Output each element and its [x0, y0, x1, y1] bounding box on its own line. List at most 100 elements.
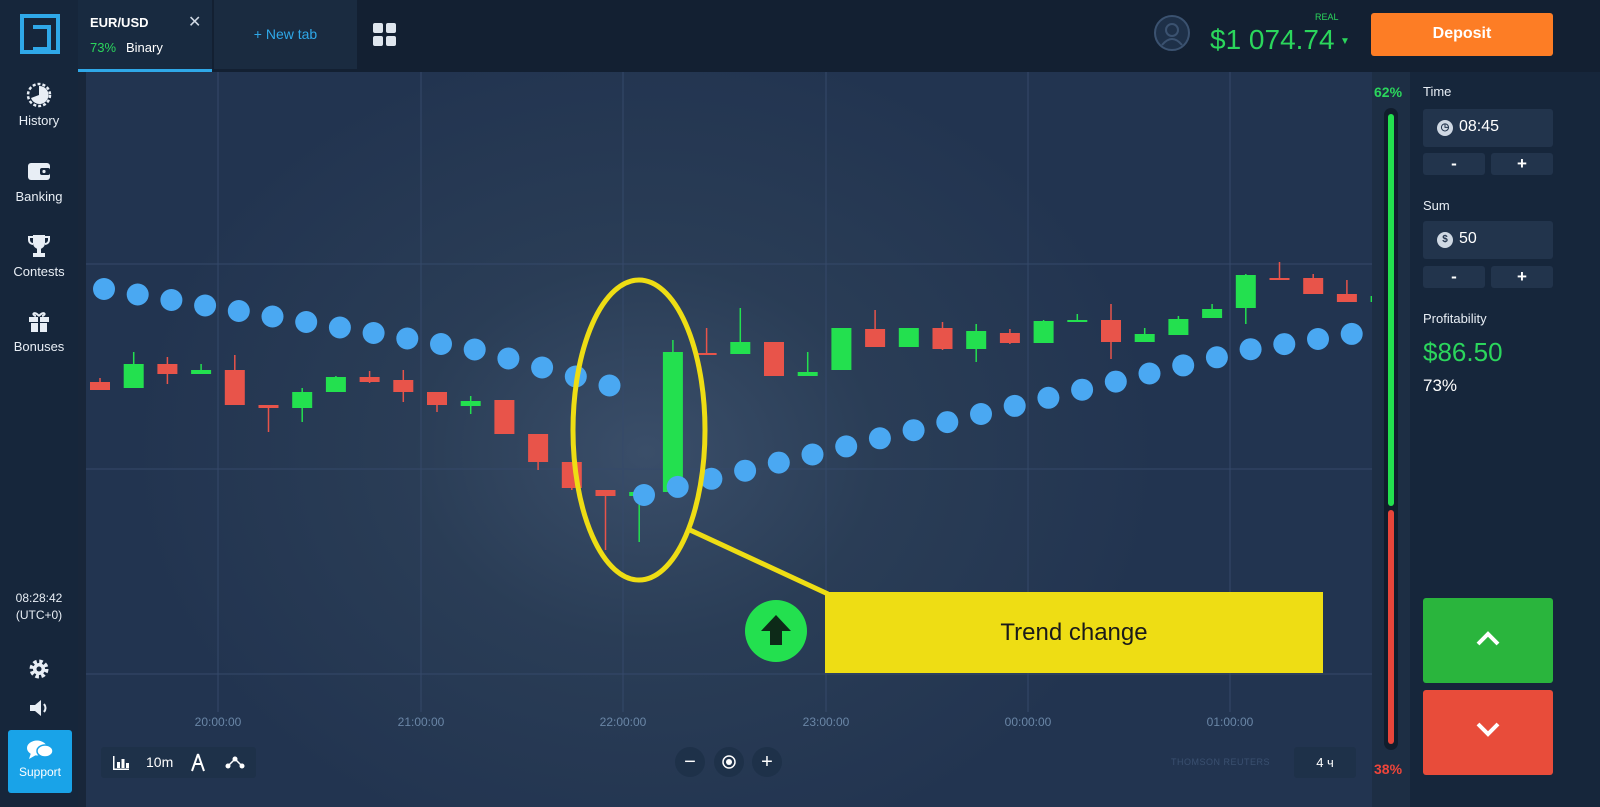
- indicators-icon[interactable]: [225, 755, 245, 769]
- sar-dot: [1071, 378, 1094, 401]
- sum-field[interactable]: $ 50: [1423, 221, 1553, 259]
- sar-dot: [1104, 370, 1127, 393]
- candle-up: [662, 352, 683, 492]
- data-provider-watermark: THOMSON REUTERS: [1171, 757, 1271, 767]
- sum-label: Sum: [1423, 198, 1450, 213]
- sar-dot: [801, 443, 824, 466]
- sidebar-item-history[interactable]: History: [0, 82, 78, 128]
- sar-dot: [328, 316, 351, 339]
- sar-dot: [902, 419, 925, 442]
- sar-dot: [1307, 328, 1329, 350]
- sar-dot: [767, 451, 790, 474]
- sar-dot: [126, 283, 149, 306]
- candle-up: [325, 377, 346, 392]
- zoom-in-button[interactable]: +: [752, 747, 782, 777]
- candle-down: [494, 400, 515, 434]
- avatar[interactable]: [1154, 15, 1190, 51]
- candle-down: [90, 382, 110, 390]
- call-higher-button[interactable]: [1423, 598, 1553, 683]
- sar-dot: [531, 356, 554, 379]
- candle-up: [1134, 334, 1155, 342]
- sentiment-down-percent: 38%: [1374, 761, 1403, 777]
- candle-down: [359, 377, 380, 382]
- sidebar-item-label: Contests: [13, 264, 65, 279]
- account-type-label: REAL: [1315, 12, 1339, 22]
- candle-up: [797, 372, 818, 376]
- clock-icon: [26, 82, 52, 108]
- sidebar-item-banking[interactable]: Banking: [0, 158, 78, 204]
- candle-down: [1303, 278, 1324, 294]
- sar-dot: [1239, 338, 1262, 361]
- chart-type-icon[interactable]: [112, 755, 130, 771]
- sentiment-up-bar: [1388, 114, 1394, 506]
- dollar-icon: $: [1437, 232, 1453, 248]
- sar-dot: [1138, 362, 1161, 385]
- period-selector[interactable]: 4 ч: [1294, 747, 1356, 778]
- gift-icon: [29, 312, 49, 332]
- candle-up: [191, 370, 212, 374]
- time-field[interactable]: ◷ 08:45: [1423, 109, 1553, 147]
- sum-decrease-button[interactable]: -: [1423, 266, 1485, 288]
- zoom-out-button[interactable]: −: [675, 747, 705, 777]
- chevron-down-icon: [1476, 722, 1500, 737]
- close-icon[interactable]: ✕: [188, 12, 201, 32]
- sidebar-item-contests[interactable]: Contests: [0, 233, 78, 279]
- deposit-button[interactable]: Deposit: [1371, 13, 1553, 56]
- asset-tab[interactable]: EUR/USD 73% Binary ✕: [78, 0, 212, 72]
- time-decrease-button[interactable]: -: [1423, 153, 1485, 175]
- candle-down: [224, 370, 245, 405]
- drawing-tools-icon[interactable]: [190, 753, 206, 772]
- top-bar: EUR/USD 73% Binary ✕ + New tab REAL $1 0…: [78, 0, 1600, 72]
- chart-canvas[interactable]: 20:00:00 21:00:00 22:00:00 23:00:00 00:00:00…: [86, 72, 1372, 807]
- candle-up: [292, 392, 313, 408]
- sar-dot: [868, 427, 891, 450]
- sidebar-item-label: Bonuses: [13, 339, 65, 354]
- sar-dot: [1037, 386, 1060, 409]
- candle-up: [730, 342, 751, 354]
- sar-dot: [227, 300, 250, 322]
- sar-dot: [1340, 322, 1363, 345]
- logo[interactable]: [20, 14, 60, 54]
- sum-increase-button[interactable]: +: [1491, 266, 1553, 288]
- chevron-up-icon: [1476, 631, 1500, 646]
- sidebar-item-label: History: [18, 113, 60, 128]
- balance[interactable]: $1 074.74: [1210, 24, 1335, 56]
- candle-up: [898, 328, 919, 347]
- gear-icon[interactable]: [27, 657, 51, 681]
- put-lower-button[interactable]: [1423, 690, 1553, 775]
- sar-dot: [1273, 333, 1296, 356]
- speaker-icon[interactable]: [28, 697, 52, 719]
- candle-down: [595, 490, 616, 496]
- sar-dot: [295, 311, 318, 333]
- x-axis-label: 21:00:00: [398, 715, 445, 729]
- reset-zoom-button[interactable]: [714, 747, 744, 777]
- price-chart[interactable]: 20:00:00 21:00:00 22:00:00 23:00:00 00:00:00…: [86, 72, 1372, 807]
- sar-dot: [497, 347, 520, 370]
- support-button[interactable]: Support: [8, 730, 72, 793]
- sentiment-up-percent: 62%: [1374, 84, 1403, 100]
- callout-leader-line: [688, 527, 830, 597]
- grid-layout-icon[interactable]: [372, 22, 398, 48]
- candle-up: [966, 331, 987, 349]
- clock-zone: (UTC+0): [15, 608, 63, 622]
- profit-value: $86.50: [1423, 337, 1503, 367]
- candle-down: [764, 342, 784, 376]
- candle-up: [1067, 320, 1088, 322]
- candle-down: [1336, 294, 1357, 302]
- clock-icon: ◷: [1437, 120, 1453, 136]
- candle-up: [1033, 321, 1054, 343]
- candle-down: [157, 364, 178, 374]
- profitability-label: Profitability: [1423, 311, 1487, 326]
- wallet-icon: [28, 163, 50, 180]
- sidebar-item-bonuses[interactable]: Bonuses: [0, 308, 78, 354]
- sar-dot: [666, 475, 689, 498]
- new-tab-button[interactable]: + New tab: [214, 0, 357, 69]
- candle-down: [696, 353, 717, 355]
- candle-up: [1168, 319, 1189, 335]
- chevron-down-icon[interactable]: ▼: [1340, 36, 1350, 47]
- candle-down: [865, 329, 886, 347]
- candle-down: [1101, 320, 1121, 342]
- timeframe-selector[interactable]: 10m: [146, 754, 173, 770]
- chat-icon: [27, 740, 54, 759]
- time-increase-button[interactable]: +: [1491, 153, 1553, 175]
